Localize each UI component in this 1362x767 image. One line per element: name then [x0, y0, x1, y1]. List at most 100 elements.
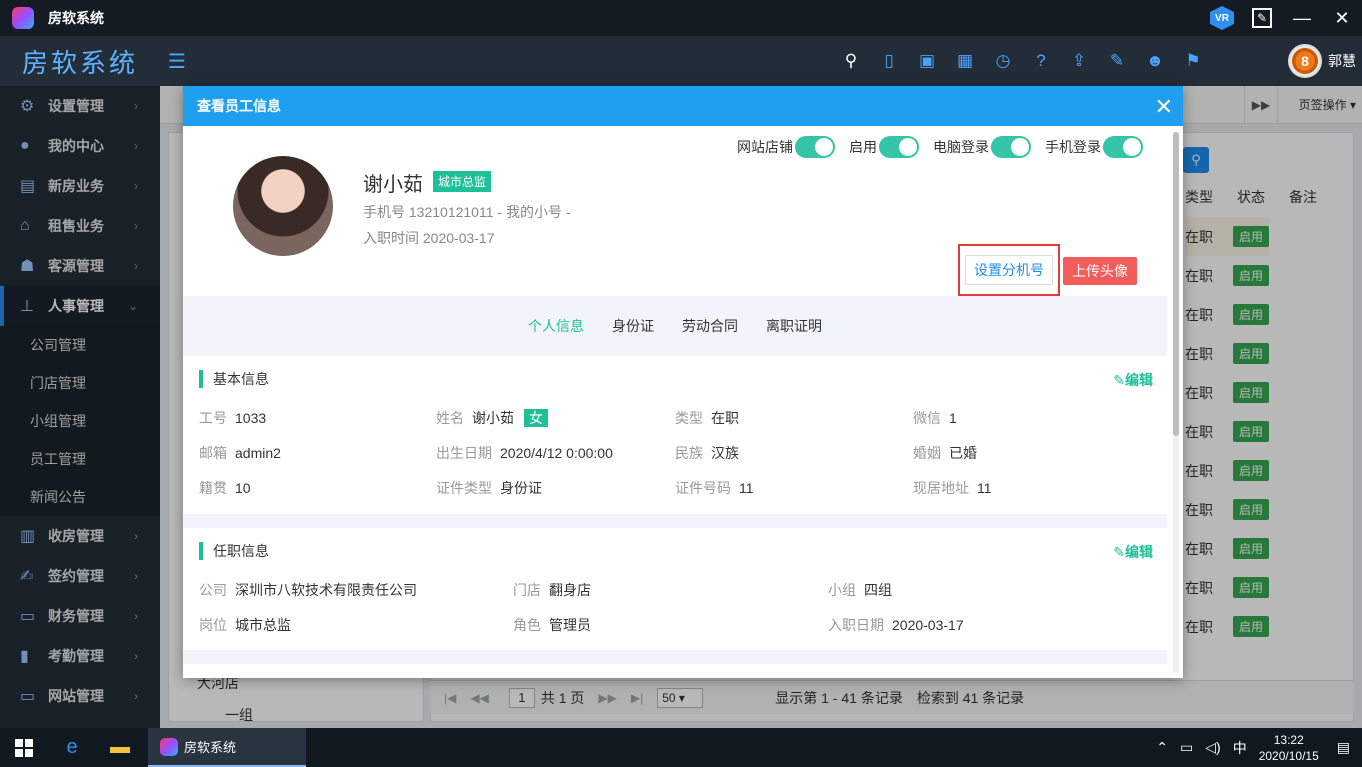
- run-icon[interactable]: ⚑: [1174, 51, 1212, 71]
- user-menu[interactable]: 8 郭慧: [1288, 44, 1356, 78]
- tab-resignation[interactable]: 离职证明: [766, 316, 822, 336]
- field-label: 公司: [199, 582, 227, 598]
- field-marital: 婚姻 已婚: [913, 443, 977, 463]
- field-value: 身份证: [500, 480, 542, 496]
- enabled-toggle[interactable]: [879, 136, 919, 158]
- phone-icon[interactable]: ▯: [870, 51, 908, 71]
- windows-icon: [15, 738, 33, 757]
- set-extension-button[interactable]: 设置分机号: [965, 255, 1053, 285]
- dialog-title: 查看员工信息: [197, 98, 281, 114]
- field-label: 证件号码: [675, 480, 731, 496]
- field-value: 四组: [864, 582, 892, 598]
- contact-card-icon[interactable]: ▣: [908, 51, 946, 71]
- search-icon[interactable]: ⚲: [832, 51, 870, 71]
- profile-section: 谢小茹 城市总监 手机号 13210121011 - 我的小号 - 入职时间 2…: [183, 126, 1183, 296]
- edge-icon[interactable]: e: [48, 728, 96, 767]
- brand-logo: 房软系统: [21, 48, 138, 79]
- employee-name: 谢小茹: [363, 174, 423, 196]
- dialog-scrollbar[interactable]: [1173, 132, 1179, 672]
- field-label: 小组: [828, 582, 856, 598]
- mobile-login-toggle[interactable]: [1103, 136, 1143, 158]
- job-info-section: 任职信息 ✎编辑 公司 深圳市八软技术有限责任公司 门店 翻身店 小组 四组 岗位 城市…: [183, 528, 1167, 650]
- taskbar-app-label: 房软系统: [184, 740, 237, 755]
- field-group: 小组 四组: [828, 580, 892, 600]
- dialog-header: 查看员工信息 ✕: [183, 86, 1183, 126]
- pc-login-toggle[interactable]: [991, 136, 1031, 158]
- section-divider: [183, 514, 1167, 528]
- field-name: 姓名 谢小茹女: [436, 408, 548, 428]
- person-icon[interactable]: ☻: [1136, 51, 1174, 71]
- field-value: 2020-03-17: [892, 617, 964, 633]
- network-icon[interactable]: ▭: [1180, 739, 1193, 756]
- chevron-up-icon[interactable]: ⌃: [1156, 739, 1168, 756]
- field-value: 城市总监: [235, 617, 291, 633]
- field-value: 1: [949, 410, 957, 426]
- start-button[interactable]: [0, 728, 48, 767]
- note-icon[interactable]: ✎: [1098, 51, 1136, 71]
- field-label: 姓名: [436, 410, 464, 426]
- section-divider: [183, 650, 1167, 664]
- edit-window-button[interactable]: ✎: [1242, 0, 1282, 36]
- clock-icon[interactable]: ◷: [984, 51, 1022, 71]
- notification-icon[interactable]: ▤: [1337, 739, 1350, 756]
- taskbar-app-button[interactable]: 房软系统: [148, 728, 306, 767]
- field-ethnicity: 民族 汉族: [675, 443, 739, 463]
- job-edit-button[interactable]: ✎编辑: [1113, 542, 1153, 562]
- toggle-label-pc-login: 电脑登录: [933, 139, 989, 155]
- window-title: 房软系统: [48, 10, 104, 26]
- clock[interactable]: 13:22 2020/10/15: [1259, 732, 1319, 764]
- menu-toggle-icon[interactable]: ☰: [168, 49, 186, 74]
- section-title: 基本信息: [199, 370, 269, 388]
- field-employee-no: 工号 1033: [199, 408, 266, 428]
- field-label: 工号: [199, 410, 227, 426]
- field-label: 微信: [913, 410, 941, 426]
- employee-join-date: 入职时间 2020-03-17: [363, 230, 495, 246]
- field-wechat: 微信 1: [913, 408, 957, 428]
- upload-icon[interactable]: ⇪: [1060, 51, 1098, 71]
- volume-icon[interactable]: ◁): [1205, 739, 1220, 756]
- close-window-button[interactable]: ✕: [1322, 0, 1362, 36]
- field-label: 民族: [675, 445, 703, 461]
- tab-personal-info[interactable]: 个人信息: [528, 316, 584, 336]
- employee-phone: 手机号 13210121011 - 我的小号 -: [363, 204, 571, 220]
- field-value: 11: [977, 480, 992, 496]
- field-value: 汉族: [711, 445, 739, 461]
- tab-id-card[interactable]: 身份证: [612, 316, 654, 336]
- tab-labor-contract[interactable]: 劳动合同: [682, 316, 738, 336]
- employee-photo: [233, 156, 333, 256]
- field-label: 现居地址: [913, 480, 969, 496]
- basic-edit-button[interactable]: ✎编辑: [1113, 370, 1153, 390]
- field-value: 已婚: [949, 445, 977, 461]
- window-titlebar: 房软系统 VR ✎ — ✕: [0, 0, 1362, 36]
- field-label: 证件类型: [436, 480, 492, 496]
- field-label: 类型: [675, 410, 703, 426]
- toggle-label-web-shop: 网站店铺: [737, 139, 793, 155]
- vr-button[interactable]: VR: [1202, 0, 1242, 36]
- ime-indicator[interactable]: 中: [1233, 738, 1247, 758]
- help-icon[interactable]: ?: [1022, 51, 1060, 71]
- field-address: 现居地址 11: [913, 478, 992, 498]
- field-native-place: 籍贯 10: [199, 478, 251, 498]
- field-value: 11: [739, 480, 754, 496]
- grid-icon[interactable]: ▦: [946, 51, 984, 71]
- app-header: 房软系统 ☰ ⚲ ▯ ▣ ▦ ◷ ? ⇪ ✎ ☻ ⚑ 8 郭慧: [0, 36, 1362, 86]
- field-value: 管理员: [549, 617, 591, 633]
- web-shop-toggle[interactable]: [795, 136, 835, 158]
- field-label: 角色: [513, 617, 541, 633]
- field-id-type: 证件类型 身份证: [436, 478, 542, 498]
- highlight-box: 设置分机号: [958, 244, 1060, 296]
- close-icon[interactable]: ✕: [1155, 94, 1173, 120]
- field-label: 邮箱: [199, 445, 227, 461]
- field-company: 公司 深圳市八软技术有限责任公司: [199, 580, 417, 600]
- folder-icon[interactable]: ▬: [96, 728, 144, 767]
- field-label: 入职日期: [828, 617, 884, 633]
- field-birthday: 出生日期 2020/4/12 0:00:00: [436, 443, 613, 463]
- dialog-body: 谢小茹 城市总监 手机号 13210121011 - 我的小号 - 入职时间 2…: [183, 126, 1183, 678]
- minimize-button[interactable]: —: [1282, 0, 1322, 36]
- upload-avatar-button[interactable]: 上传头像: [1063, 257, 1137, 285]
- user-name: 郭慧: [1328, 53, 1356, 69]
- field-type: 类型 在职: [675, 408, 739, 428]
- system-tray: ⌃ ▭ ◁) 中 13:22 2020/10/15 ▤: [1156, 728, 1362, 767]
- scrollbar-thumb[interactable]: [1173, 132, 1179, 436]
- field-value: 谢小茹: [472, 410, 514, 426]
